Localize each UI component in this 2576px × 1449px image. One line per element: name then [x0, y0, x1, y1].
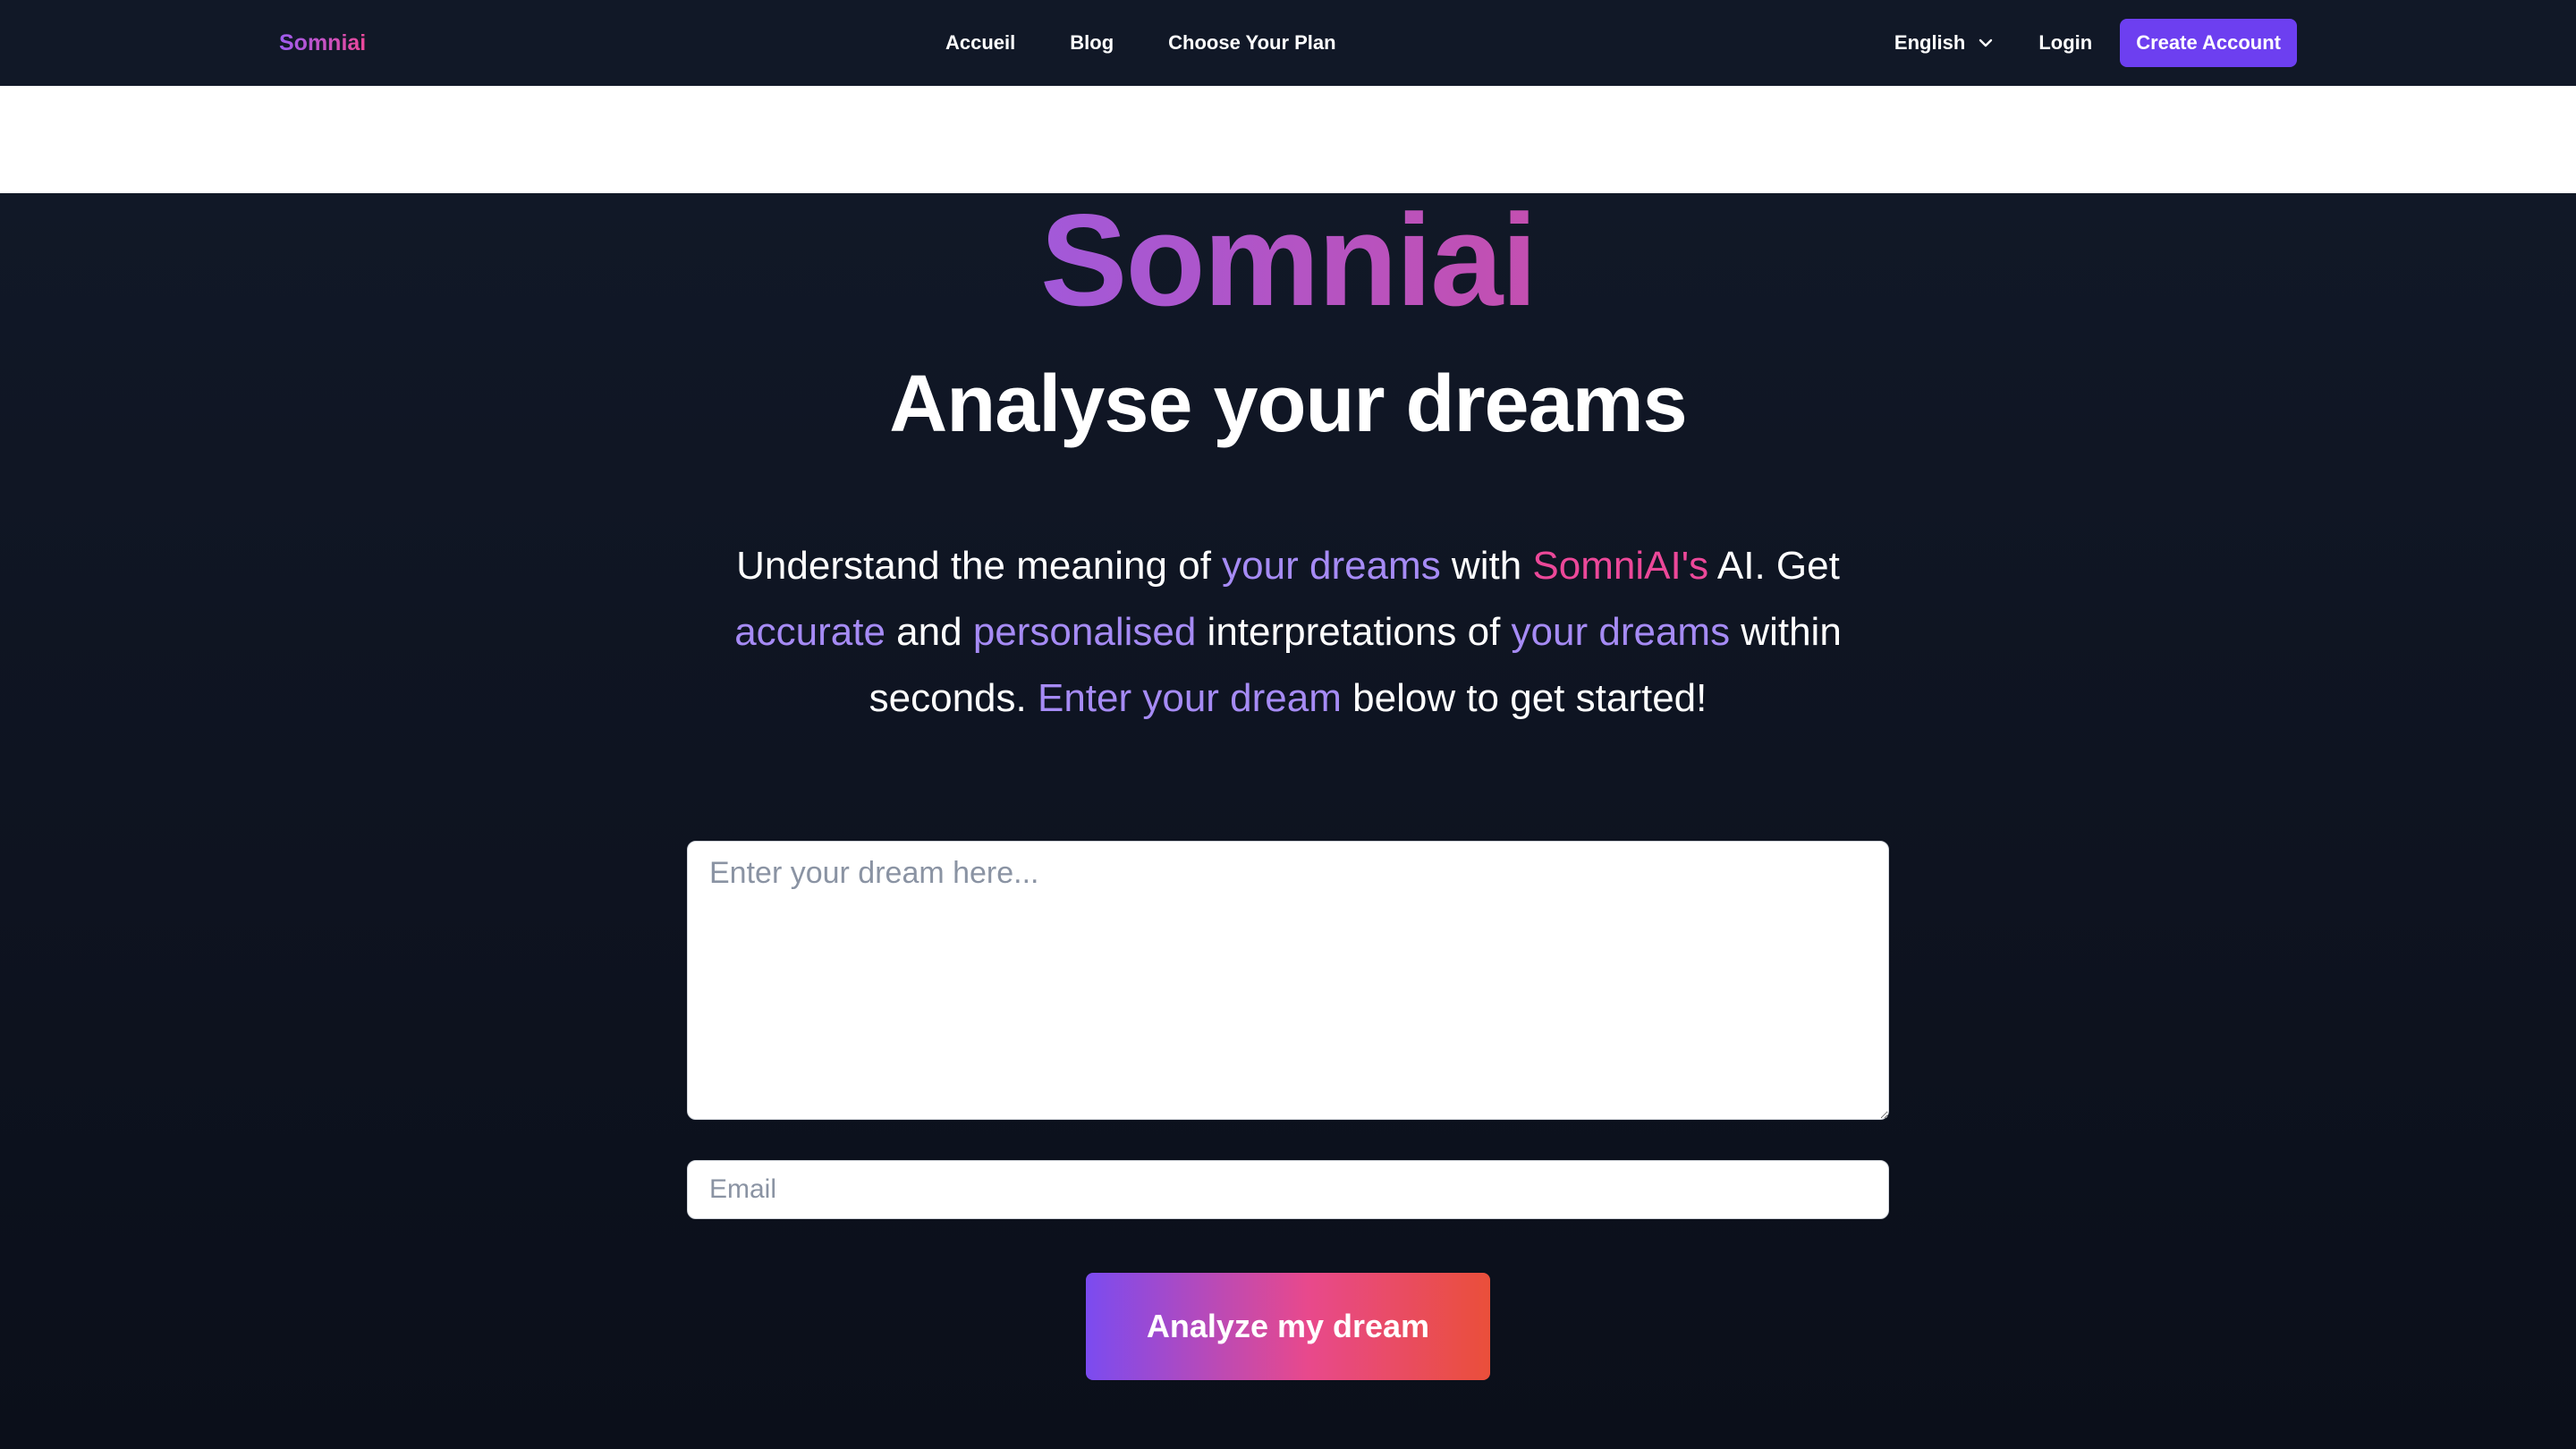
nav-link-choose-plan[interactable]: Choose Your Plan — [1168, 31, 1335, 55]
create-account-button[interactable]: Create Account — [2120, 19, 2297, 67]
language-label: English — [1894, 31, 1966, 54]
nav-logo[interactable]: Somniai — [279, 0, 366, 86]
nav-link-accueil[interactable]: Accueil — [945, 31, 1015, 55]
navbar: Somniai Accueil Blog Choose Your Plan En… — [0, 0, 2576, 86]
desc-highlight: your dreams — [1511, 610, 1731, 654]
nav-right: English Login Create Account — [1894, 0, 2297, 86]
nav-link-blog[interactable]: Blog — [1070, 31, 1114, 55]
hero-brand: Somniai — [0, 193, 2576, 327]
login-link[interactable]: Login — [2038, 31, 2092, 55]
nav-links: Accueil Blog Choose Your Plan — [945, 0, 1391, 86]
hero-title: Analyse your dreams — [889, 360, 1687, 449]
desc-highlight: personalised — [972, 610, 1197, 654]
hero-description: Understand the meaning of your dreams wi… — [680, 533, 1896, 732]
chevron-down-icon — [1976, 33, 1996, 53]
desc-text: AI. Get — [1708, 544, 1840, 588]
desc-text: Understand the meaning of — [736, 544, 1223, 588]
email-field[interactable] — [687, 1160, 1889, 1219]
banner-strip — [0, 86, 2576, 193]
desc-text: and — [885, 610, 973, 654]
desc-text: with — [1440, 544, 1533, 588]
language-select[interactable]: English — [1894, 31, 1996, 55]
desc-highlight: accurate — [734, 610, 886, 654]
hero-section: Somniai Analyse your dreams Understand t… — [0, 193, 2576, 1449]
hero-brand-text: Somniai — [1040, 187, 1538, 333]
desc-highlight: Enter your dream — [1037, 676, 1342, 720]
desc-text: below to get started! — [1341, 676, 1707, 720]
analyze-dream-button[interactable]: Analyze my dream — [1086, 1273, 1490, 1380]
dream-input[interactable] — [687, 841, 1889, 1120]
desc-highlight: your dreams — [1222, 544, 1441, 588]
desc-highlight-brand: SomniAI's — [1532, 544, 1709, 588]
desc-text: interpretations of — [1196, 610, 1512, 654]
